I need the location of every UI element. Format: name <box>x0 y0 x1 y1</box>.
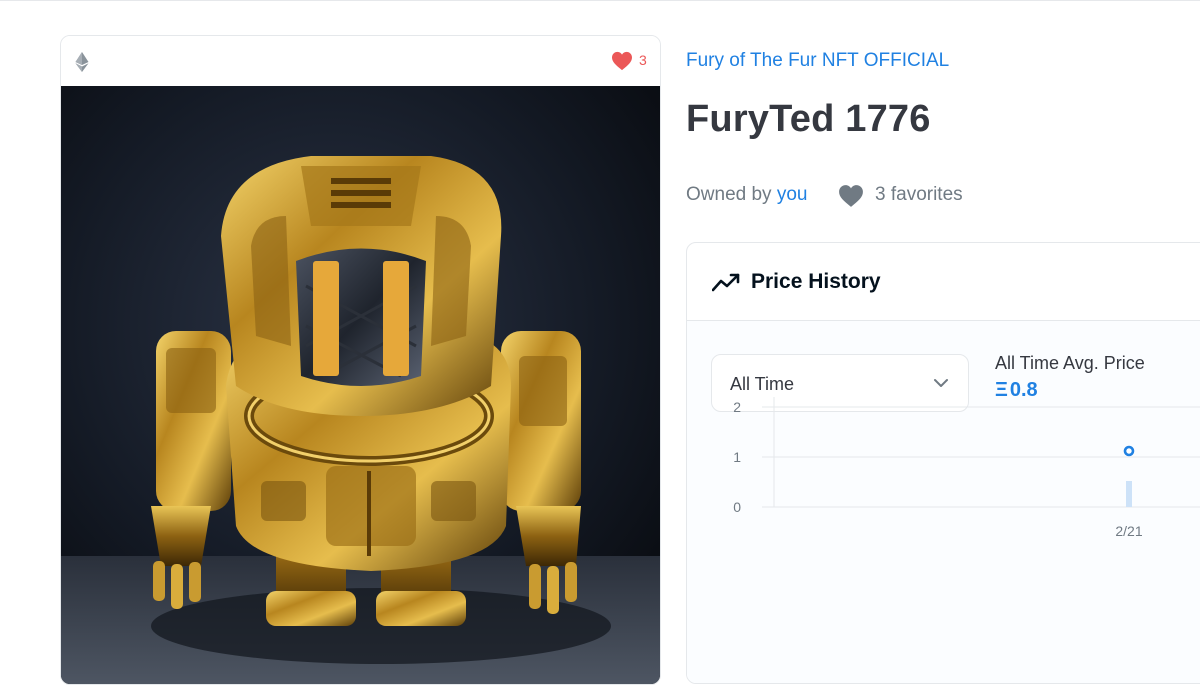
card-header: 3 <box>61 36 660 86</box>
owner-info: Owned by you <box>686 184 807 206</box>
price-history-header[interactable]: Price History <box>687 243 1200 321</box>
nft-card: 3 <box>60 35 661 685</box>
heart-icon[interactable] <box>611 51 633 71</box>
price-history-title: Price History <box>751 270 881 293</box>
price-history-panel: Price History All Time All Time Avg. Pri… <box>686 242 1200 684</box>
nft-image[interactable] <box>61 86 660 684</box>
x-tick-label: 2/21 <box>1115 523 1142 539</box>
owner-link[interactable]: you <box>777 184 808 205</box>
data-point <box>1123 445 1135 457</box>
top-divider <box>0 0 1200 1</box>
owned-by-label: Owned by <box>686 184 772 205</box>
price-history-body: All Time All Time Avg. Price Ξ 0.8 0 1 2 2/2… <box>687 321 1200 684</box>
nft-title: FuryTed 1776 <box>686 98 931 140</box>
y-tick-label: 1 <box>733 449 741 465</box>
heart-icon <box>839 185 863 207</box>
collection-link[interactable]: Fury of The Fur NFT OFFICIAL <box>686 50 949 72</box>
volume-bar <box>1126 481 1132 507</box>
y-tick-label: 2 <box>733 399 741 415</box>
y-tick-label: 0 <box>733 499 741 515</box>
trending-icon <box>712 273 740 292</box>
favorites-count-text: 3 favorites <box>875 184 963 205</box>
ethereum-icon <box>75 52 89 72</box>
favorite-count: 3 <box>639 52 647 68</box>
price-chart[interactable]: 0 1 2 2/21 <box>687 321 1200 684</box>
